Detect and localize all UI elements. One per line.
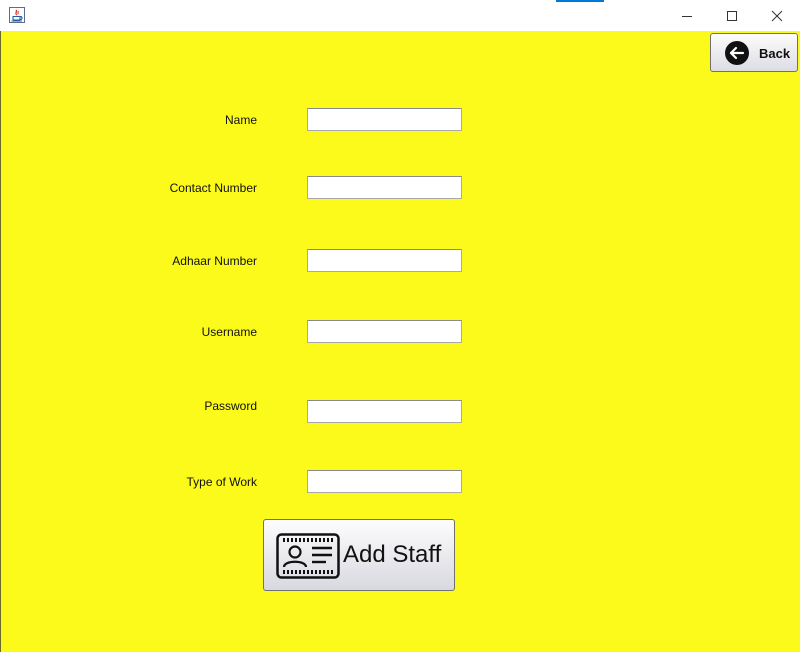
- contact-number-input[interactable]: [307, 176, 462, 199]
- name-label: Name: [224, 113, 257, 127]
- java-app-icon: [9, 7, 25, 23]
- username-label: Username: [201, 325, 257, 339]
- title-bar-accent: [556, 0, 604, 2]
- adhaar-number-label: Adhaar Number: [172, 254, 257, 268]
- close-icon: [771, 10, 783, 21]
- name-input[interactable]: [307, 108, 462, 131]
- close-button[interactable]: [754, 0, 800, 31]
- username-input[interactable]: [307, 320, 462, 343]
- back-button[interactable]: Back: [710, 33, 798, 72]
- adhaar-number-input[interactable]: [307, 249, 462, 272]
- type-of-work-input[interactable]: [307, 470, 462, 493]
- add-staff-button-label: Add Staff: [343, 541, 442, 568]
- contact-number-label: Contact Number: [169, 181, 257, 195]
- minimize-icon: [682, 15, 692, 17]
- add-staff-button[interactable]: Add Staff: [263, 519, 455, 591]
- app-window: Back Name Contact Number Adhaar Number U…: [0, 0, 800, 652]
- arrow-left-circle-icon: [725, 41, 749, 65]
- back-button-label: Back: [759, 46, 791, 61]
- minimize-button[interactable]: [664, 0, 710, 31]
- maximize-button[interactable]: [709, 0, 755, 31]
- type-of-work-label: Type of Work: [186, 475, 257, 489]
- password-input[interactable]: [307, 400, 462, 423]
- title-bar: [0, 0, 800, 31]
- staff-form-panel: Back Name Contact Number Adhaar Number U…: [1, 31, 800, 652]
- id-card-icon: [276, 533, 340, 579]
- password-label: Password: [204, 399, 257, 413]
- maximize-icon: [727, 10, 737, 21]
